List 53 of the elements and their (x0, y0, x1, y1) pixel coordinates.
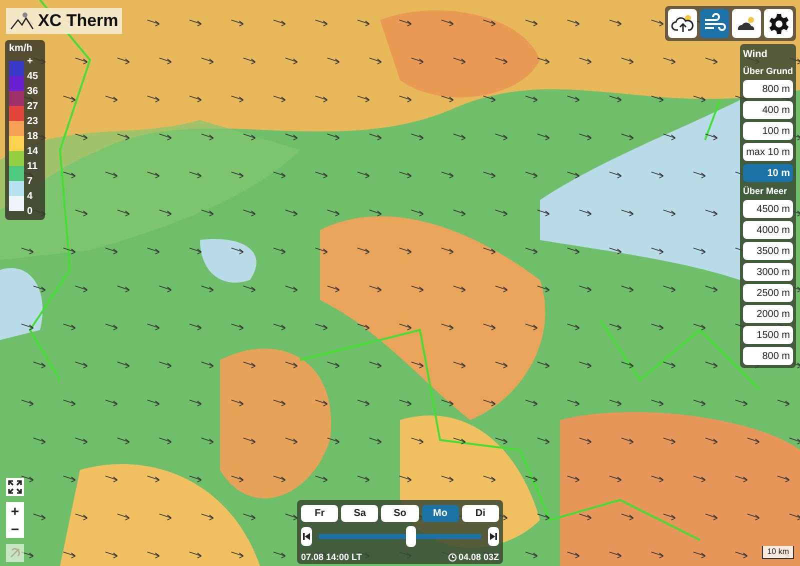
altitude-option[interactable]: 10 m (743, 164, 793, 182)
mountain-cloud-icon (10, 11, 34, 31)
legend-label: 18 (27, 131, 38, 144)
altitude-option[interactable]: 2500 m (743, 284, 793, 302)
altitude-option[interactable]: 400 m (743, 101, 793, 119)
altitude-option[interactable]: 4500 m (743, 200, 793, 218)
altitude-option[interactable]: 3000 m (743, 263, 793, 281)
altitude-option[interactable]: 4000 m (743, 221, 793, 239)
legend-label: 36 (27, 86, 38, 99)
forecast-time: 07.08 14:00 LT (301, 551, 362, 564)
day-tab[interactable]: Fr (301, 505, 338, 522)
legend-label: 7 (27, 176, 34, 189)
slider-thumb[interactable] (406, 526, 416, 547)
legend-label: 23 (27, 116, 38, 129)
settings-icon (766, 12, 790, 36)
model-run-time: 04.08 03Z (458, 551, 499, 564)
scale-bar: 10 km (762, 546, 794, 559)
clock-icon (448, 553, 458, 562)
first-step-button[interactable] (301, 527, 312, 546)
section-heading: Über Grund (743, 65, 793, 77)
legend-label: 14 (27, 146, 38, 159)
legend-label: 27 (27, 101, 38, 114)
layer-button[interactable] (732, 9, 761, 38)
zoom-in-button[interactable]: + (6, 502, 24, 520)
panel-title: Wind (743, 48, 768, 62)
legend-label: 11 (27, 161, 38, 174)
legend-label: + (27, 56, 34, 69)
skip-forward-icon (490, 533, 497, 540)
altitude-option[interactable]: 1500 m (743, 326, 793, 344)
legend-label: 4 (27, 191, 34, 204)
day-tab[interactable]: So (381, 505, 419, 522)
fullscreen-button[interactable] (6, 478, 24, 496)
altitude-option[interactable]: 3500 m (743, 242, 793, 260)
altitude-option[interactable]: 100 m (743, 122, 793, 140)
logo[interactable]: XC Therm (6, 8, 122, 34)
skip-back-icon (303, 533, 310, 540)
zoom-out-button[interactable]: − (6, 520, 24, 538)
fullscreen-icon (7, 479, 23, 495)
altitude-option[interactable]: max 10 m (743, 143, 793, 161)
app-title: XC Therm (38, 10, 118, 32)
altitude-option[interactable]: 800 m (743, 80, 793, 98)
day-tab[interactable]: Mo (422, 505, 459, 522)
section-heading: Über Meer (743, 185, 788, 197)
last-step-button[interactable] (488, 527, 499, 546)
legend-label: 0 (27, 206, 34, 219)
day-tab[interactable]: Di (462, 505, 500, 522)
legend-unit: km/h (9, 43, 34, 55)
layer-button[interactable] (668, 9, 697, 38)
altitude-option[interactable]: 2000 m (743, 305, 793, 323)
legend-label: 45 (27, 71, 38, 84)
day-tab[interactable]: Sa (341, 505, 378, 522)
layer-button[interactable] (764, 9, 793, 38)
altitude-option[interactable]: 800 m (743, 347, 793, 365)
